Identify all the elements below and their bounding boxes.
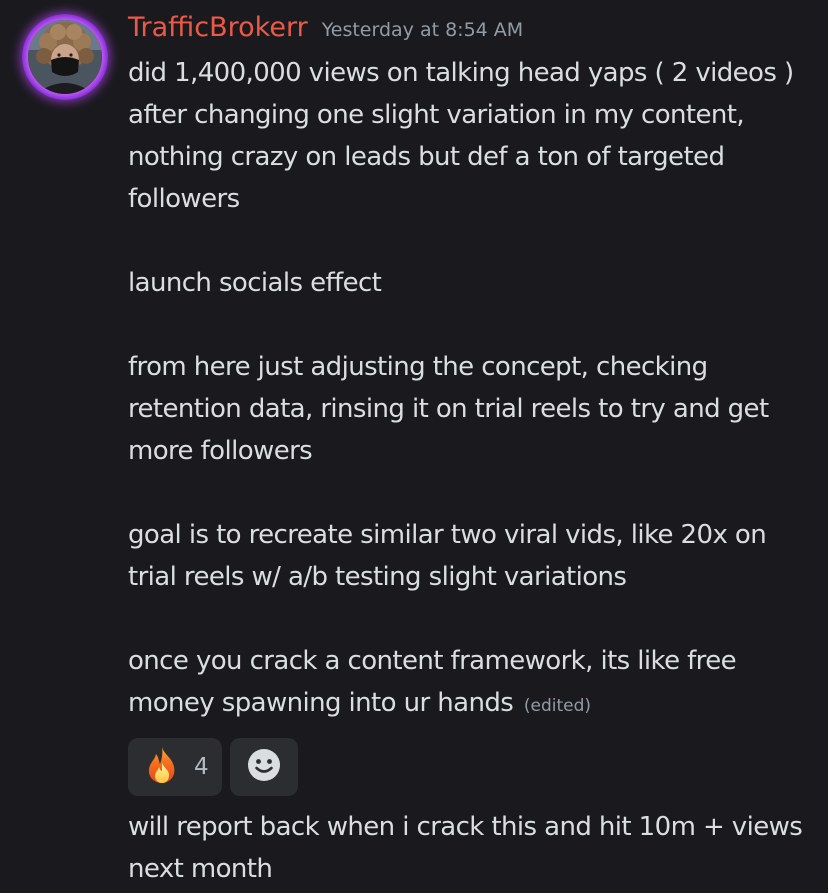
avatar[interactable] [28,20,102,94]
message-paragraph: did 1,400,000 views on talking head yaps… [128,58,794,214]
avatar-image [28,20,102,94]
chat-message: TrafficBrokerr Yesterday at 8:54 AM did 1… [0,0,828,893]
reaction-fire[interactable]: 4 [128,738,222,796]
message-paragraph: launch socials effect [128,268,382,298]
message-paragraph: goal is to recreate similar two viral vi… [128,520,767,592]
reactions-bar: 4 [128,738,298,796]
edited-label: (edited) [523,696,592,716]
fire-icon [144,745,180,789]
followup-message: will report back when i crack this and h… [128,806,808,890]
add-reaction-button[interactable] [230,738,298,796]
reaction-count: 4 [194,754,209,780]
timestamp: Yesterday at 8:54 AM [321,19,524,41]
message-paragraph: will report back when i crack this and h… [128,812,803,884]
message-header: TrafficBrokerr Yesterday at 8:54 AM [128,12,523,52]
message-paragraph: once you crack a content framework, its … [128,640,808,727]
avatar-decoration-ring[interactable] [22,14,108,100]
message-paragraph-text: once you crack a content framework, its … [128,646,737,718]
add-reaction-icon [246,747,282,787]
message-content: did 1,400,000 views on talking head yaps… [128,52,808,727]
username[interactable]: TrafficBrokerr [128,12,308,43]
message-paragraph: from here just adjusting the concept, ch… [128,352,769,466]
